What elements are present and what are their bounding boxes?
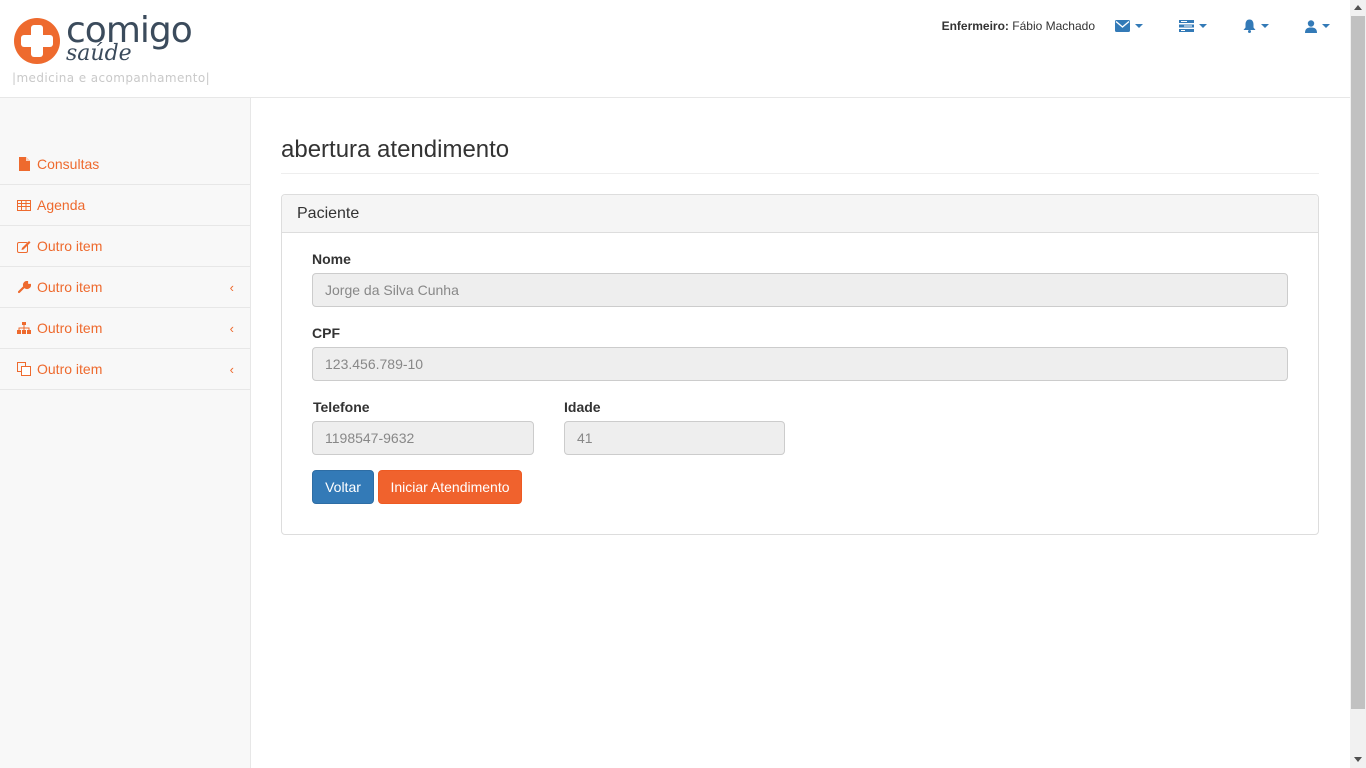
user-dropdown[interactable] bbox=[1305, 19, 1330, 33]
cpf-field[interactable] bbox=[312, 347, 1288, 381]
chevron-down-icon bbox=[1322, 24, 1330, 28]
user-role: Enfermeiro: bbox=[941, 19, 1009, 33]
chevron-down-icon bbox=[1135, 24, 1143, 28]
nome-field[interactable] bbox=[312, 273, 1288, 307]
sidebar-item-consultas[interactable]: Consultas bbox=[0, 144, 250, 185]
cross-logo-icon bbox=[14, 18, 60, 64]
tasks-dropdown[interactable] bbox=[1179, 20, 1207, 32]
nome-label: Nome bbox=[312, 251, 351, 267]
chevron-left-icon: ‹ bbox=[229, 280, 234, 295]
user-name: Fábio Machado bbox=[1012, 19, 1095, 33]
brand-subname: saúde bbox=[66, 41, 132, 66]
sidebar-item-label: Outro item bbox=[37, 279, 103, 295]
sidebar-item-outro-2[interactable]: Outro item ‹ bbox=[0, 267, 250, 308]
wrench-icon bbox=[17, 280, 31, 294]
tasks-icon bbox=[1179, 20, 1194, 32]
messages-dropdown[interactable] bbox=[1115, 20, 1143, 32]
chevron-left-icon: ‹ bbox=[229, 362, 234, 377]
sidebar-item-label: Outro item bbox=[37, 238, 103, 254]
brand-tagline: |medicina e acompanhamento| bbox=[12, 71, 211, 85]
sidebar-item-outro-3[interactable]: Outro item ‹ bbox=[0, 308, 250, 349]
envelope-icon bbox=[1115, 20, 1130, 32]
page-title: abertura atendimento bbox=[281, 136, 510, 163]
telefone-label: Telefone bbox=[313, 399, 370, 415]
chevron-left-icon: ‹ bbox=[229, 321, 234, 336]
idade-field[interactable] bbox=[564, 421, 785, 455]
sidebar-menu: Consultas Agenda Outro item Outro item ‹ bbox=[0, 144, 250, 390]
table-icon bbox=[17, 198, 31, 212]
user-info: Enfermeiro: Fábio Machado bbox=[942, 19, 1095, 33]
chevron-down-icon bbox=[1199, 24, 1207, 28]
sidebar-item-label: Outro item bbox=[37, 361, 103, 377]
idade-label: Idade bbox=[564, 399, 601, 415]
panel-heading: Paciente bbox=[282, 195, 1318, 233]
sidebar-item-label: Consultas bbox=[37, 156, 100, 172]
patient-panel: Paciente Nome CPF Telefone Idade Voltar … bbox=[281, 194, 1319, 535]
top-navbar: comigo saúde |medicina e acompanhamento|… bbox=[0, 0, 1350, 98]
sidebar-item-agenda[interactable]: Agenda bbox=[0, 185, 250, 226]
alerts-dropdown[interactable] bbox=[1243, 19, 1269, 33]
start-attendance-button[interactable]: Iniciar Atendimento bbox=[378, 470, 522, 504]
scroll-up-arrow-icon[interactable] bbox=[1354, 5, 1362, 10]
bell-icon bbox=[1243, 19, 1256, 33]
edit-icon bbox=[17, 239, 31, 253]
sidebar-item-label: Agenda bbox=[37, 197, 86, 213]
file-icon bbox=[17, 157, 31, 171]
sidebar-item-outro-1[interactable]: Outro item bbox=[0, 226, 250, 267]
header-right: Enfermeiro: Fábio Machado bbox=[942, 17, 1330, 35]
brand-logo[interactable]: comigo saúde |medicina e acompanhamento| bbox=[10, 8, 210, 90]
sitemap-icon bbox=[17, 321, 31, 335]
scroll-down-arrow-icon[interactable] bbox=[1354, 757, 1362, 762]
user-icon bbox=[1305, 19, 1317, 33]
telefone-field[interactable] bbox=[312, 421, 534, 455]
files-icon bbox=[17, 362, 31, 376]
back-button[interactable]: Voltar bbox=[312, 470, 374, 504]
divider bbox=[281, 173, 1319, 174]
chevron-down-icon bbox=[1261, 24, 1269, 28]
cpf-label: CPF bbox=[312, 325, 340, 341]
sidebar: Consultas Agenda Outro item Outro item ‹ bbox=[0, 98, 251, 768]
main-content: abertura atendimento Paciente Nome CPF T… bbox=[251, 98, 1350, 768]
sidebar-item-outro-4[interactable]: Outro item ‹ bbox=[0, 349, 250, 390]
scrollbar-thumb[interactable] bbox=[1351, 16, 1365, 709]
sidebar-item-label: Outro item bbox=[37, 320, 103, 336]
